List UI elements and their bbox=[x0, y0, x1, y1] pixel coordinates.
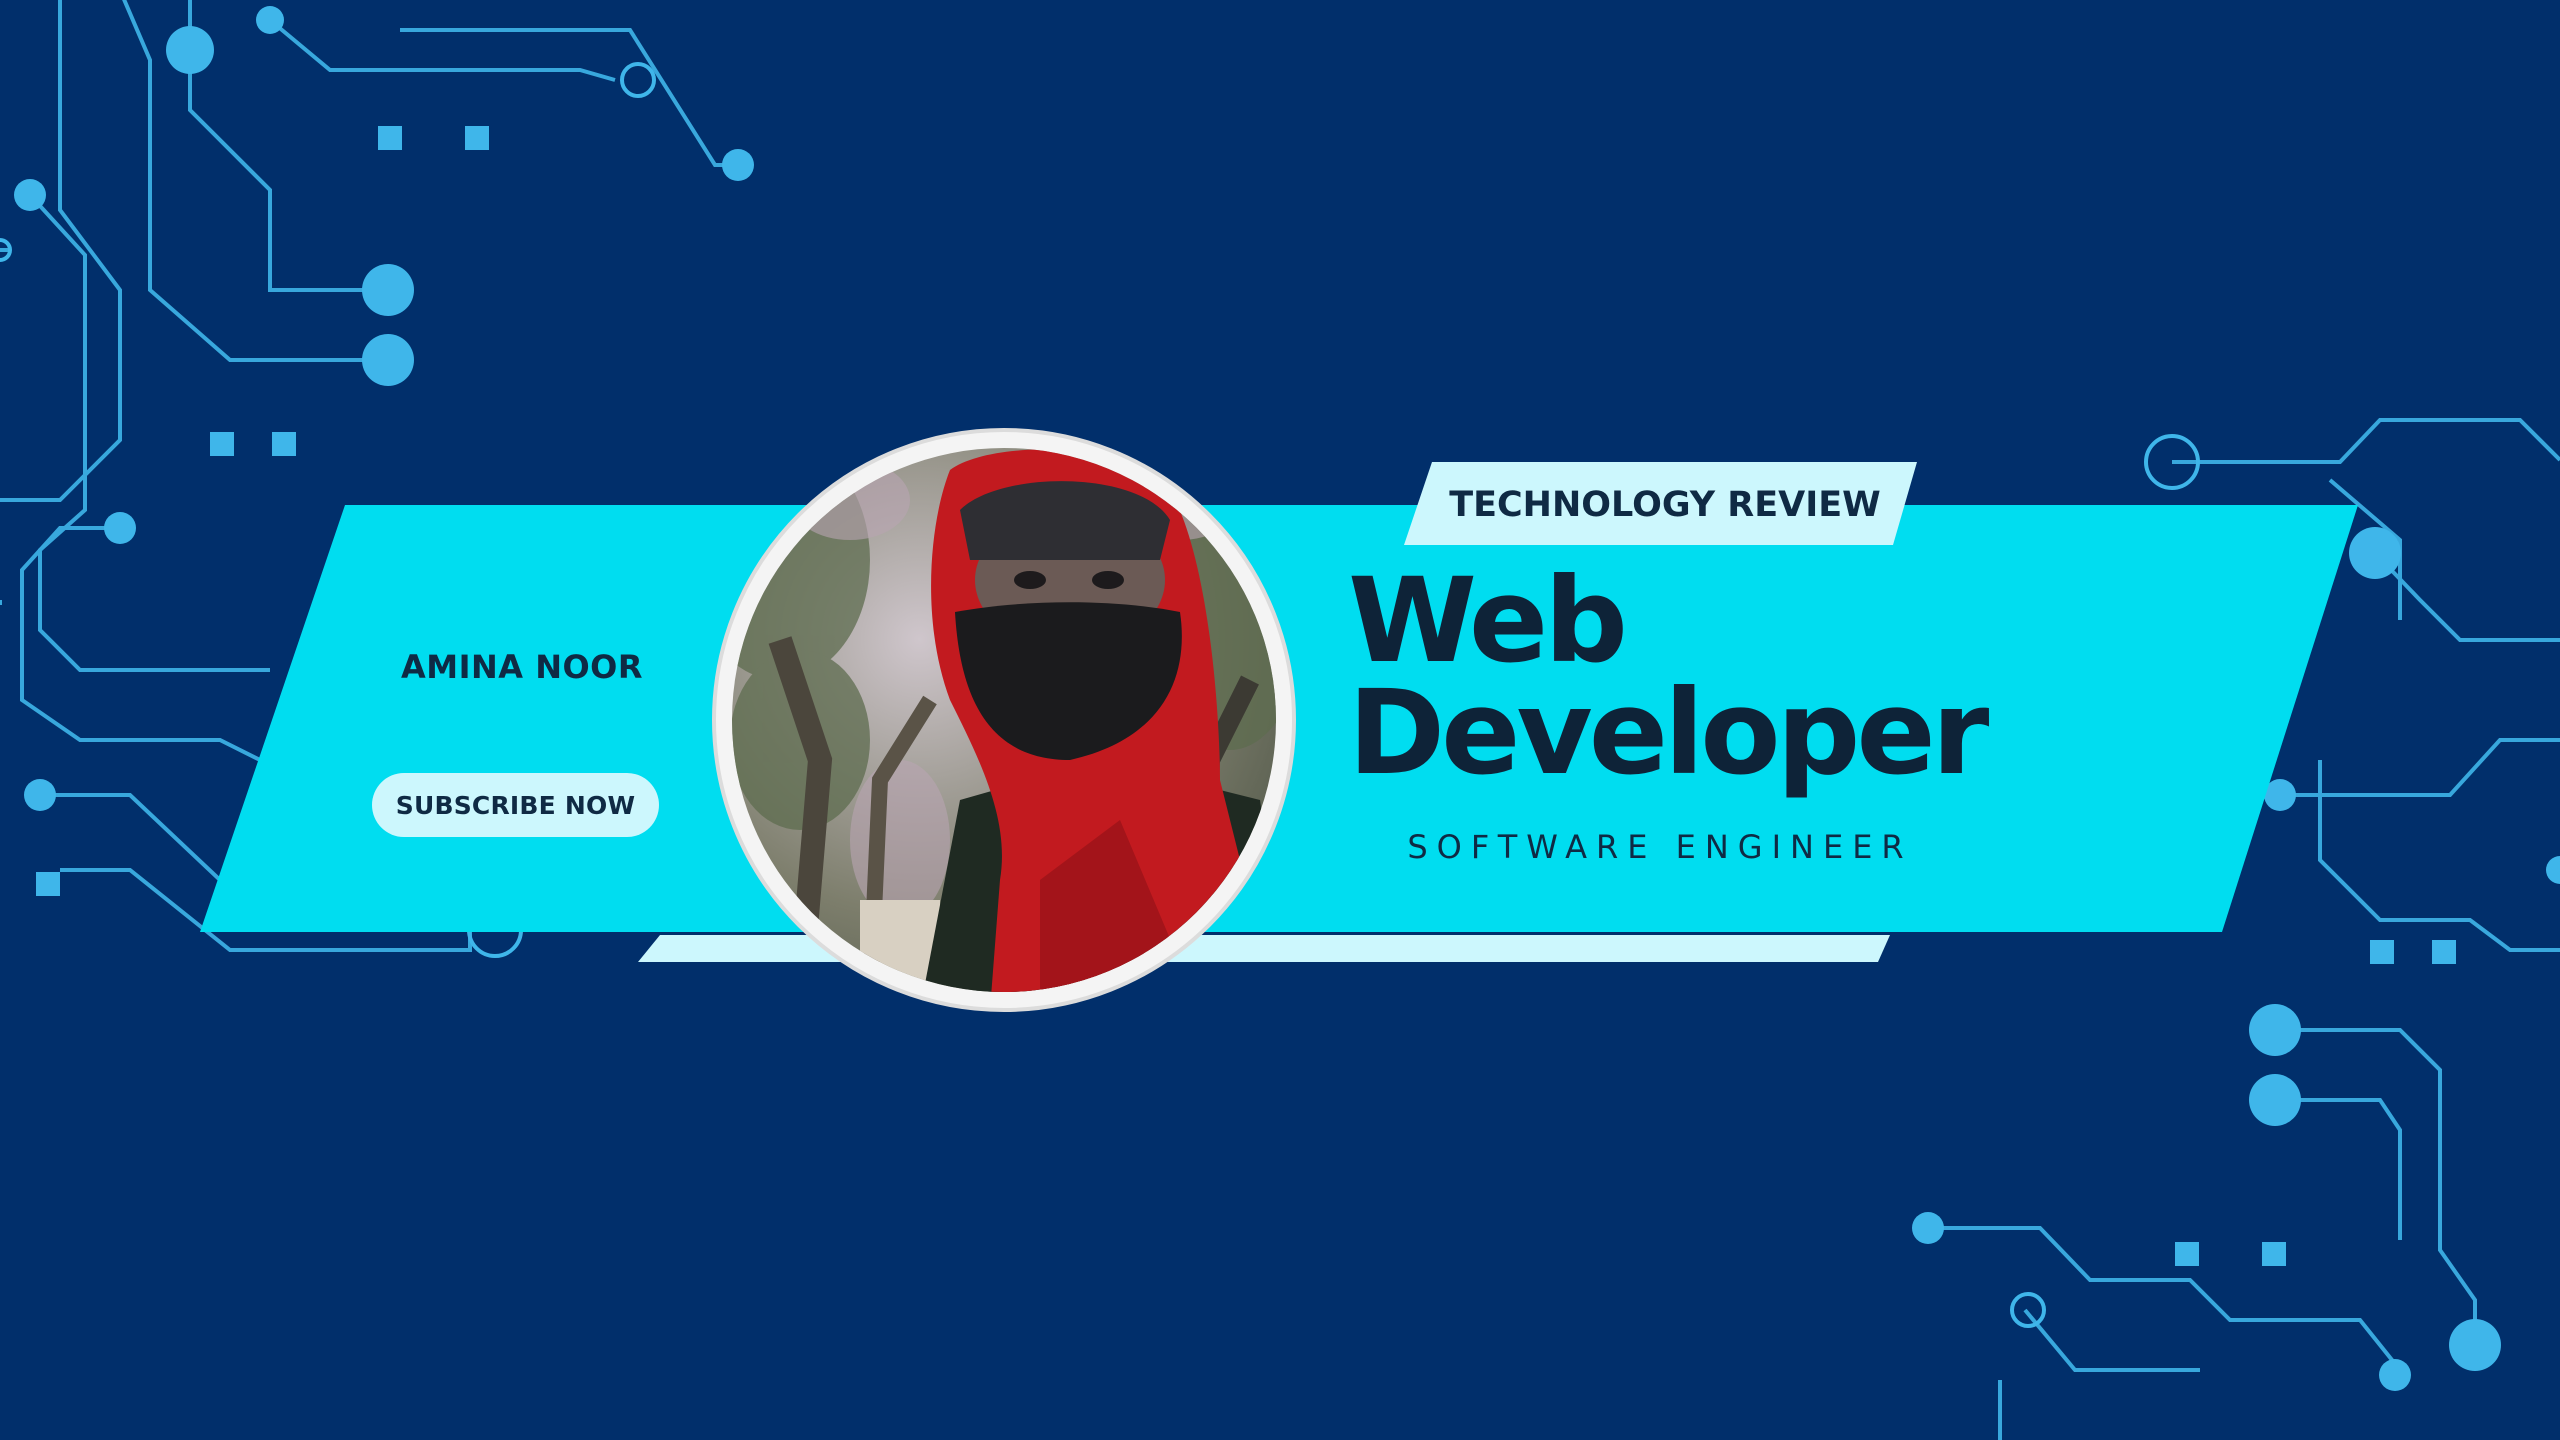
category-tag: TECHNOLOGY REVIEW bbox=[1449, 485, 1881, 525]
headline-line-2: Developer bbox=[1348, 664, 1989, 801]
channel-name: AMINA NOOR bbox=[400, 648, 644, 686]
headline: Web Developer bbox=[1348, 552, 2048, 801]
headline-line-1: Web bbox=[1348, 552, 1628, 689]
subscribe-button[interactable]: SUBSCRIBE NOW bbox=[372, 773, 659, 837]
subtitle: SOFTWARE ENGINEER bbox=[1407, 828, 1913, 866]
channel-banner: AMINA NOOR SUBSCRIBE NOW TECHNOLOGY REVI… bbox=[0, 0, 2560, 1440]
